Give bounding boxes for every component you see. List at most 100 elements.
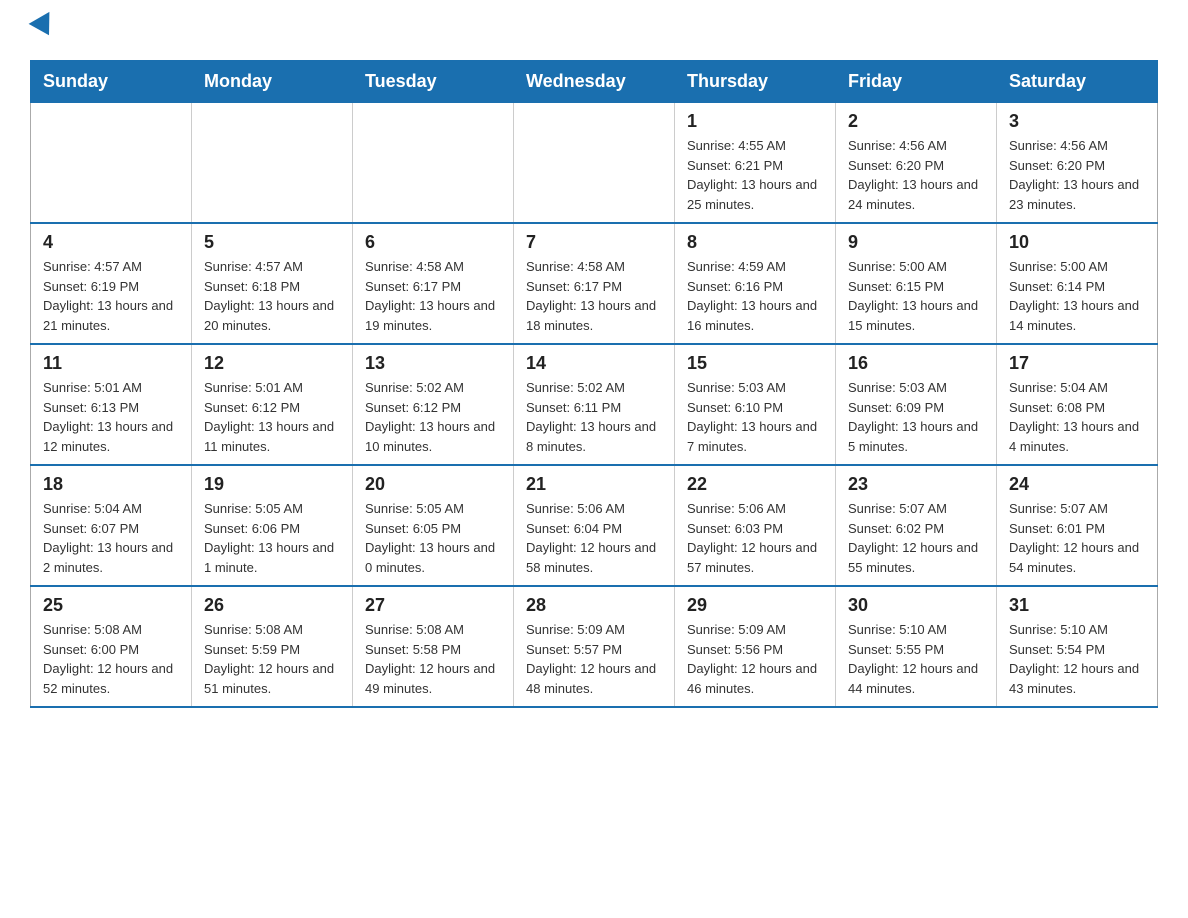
- day-number: 20: [365, 474, 501, 495]
- day-number: 4: [43, 232, 179, 253]
- weekday-header-tuesday: Tuesday: [353, 61, 514, 103]
- calendar-cell: 14 Sunrise: 5:02 AM Sunset: 6:11 PM Dayli…: [514, 344, 675, 465]
- day-info: Sunrise: 5:05 AM Sunset: 6:06 PM Dayligh…: [204, 499, 340, 577]
- day-info: Sunrise: 5:02 AM Sunset: 6:11 PM Dayligh…: [526, 378, 662, 456]
- day-number: 16: [848, 353, 984, 374]
- calendar-cell: 5 Sunrise: 4:57 AM Sunset: 6:18 PM Daylig…: [192, 223, 353, 344]
- calendar-cell: 9 Sunrise: 5:00 AM Sunset: 6:15 PM Daylig…: [836, 223, 997, 344]
- day-number: 19: [204, 474, 340, 495]
- day-info: Sunrise: 4:58 AM Sunset: 6:17 PM Dayligh…: [526, 257, 662, 335]
- calendar-week-row: 11 Sunrise: 5:01 AM Sunset: 6:13 PM Dayli…: [31, 344, 1158, 465]
- calendar-cell: 30 Sunrise: 5:10 AM Sunset: 5:55 PM Dayli…: [836, 586, 997, 707]
- day-number: 17: [1009, 353, 1145, 374]
- calendar-cell: 20 Sunrise: 5:05 AM Sunset: 6:05 PM Dayli…: [353, 465, 514, 586]
- day-info: Sunrise: 5:05 AM Sunset: 6:05 PM Dayligh…: [365, 499, 501, 577]
- calendar-cell: 3 Sunrise: 4:56 AM Sunset: 6:20 PM Daylig…: [997, 103, 1158, 224]
- day-info: Sunrise: 5:06 AM Sunset: 6:04 PM Dayligh…: [526, 499, 662, 577]
- calendar-cell: 26Sunrise: 5:08 AM Sunset: 5:59 PM Dayli…: [192, 586, 353, 707]
- day-number: 29: [687, 595, 823, 616]
- weekday-header-friday: Friday: [836, 61, 997, 103]
- logo: [30, 20, 58, 40]
- day-info: Sunrise: 4:57 AM Sunset: 6:19 PM Dayligh…: [43, 257, 179, 335]
- calendar-week-row: 25 Sunrise: 5:08 AM Sunset: 6:00 PM Dayli…: [31, 586, 1158, 707]
- day-number: 22: [687, 474, 823, 495]
- day-number: 23: [848, 474, 984, 495]
- day-info: Sunrise: 4:56 AM Sunset: 6:20 PM Dayligh…: [1009, 136, 1145, 214]
- calendar-week-row: 4 Sunrise: 4:57 AM Sunset: 6:19 PM Daylig…: [31, 223, 1158, 344]
- calendar-cell: [514, 103, 675, 224]
- calendar-cell: 1 Sunrise: 4:55 AM Sunset: 6:21 PM Daylig…: [675, 103, 836, 224]
- day-number: 1: [687, 111, 823, 132]
- calendar-cell: 18Sunrise: 5:04 AM Sunset: 6:07 PM Dayli…: [31, 465, 192, 586]
- day-number: 30: [848, 595, 984, 616]
- calendar-cell: 29 Sunrise: 5:09 AM Sunset: 5:56 PM Dayli…: [675, 586, 836, 707]
- day-number: 24: [1009, 474, 1145, 495]
- day-number: 8: [687, 232, 823, 253]
- day-info: Sunrise: 5:00 AM Sunset: 6:15 PM Dayligh…: [848, 257, 984, 335]
- weekday-header-sunday: Sunday: [31, 61, 192, 103]
- day-info: Sunrise: 5:08 AM Sunset: 6:00 PM Dayligh…: [43, 620, 179, 698]
- calendar-cell: [31, 103, 192, 224]
- logo-triangle-icon: [29, 12, 60, 41]
- day-number: 10: [1009, 232, 1145, 253]
- weekday-header-saturday: Saturday: [997, 61, 1158, 103]
- day-info: Sunrise: 4:56 AM Sunset: 6:20 PM Dayligh…: [848, 136, 984, 214]
- weekday-header-row: SundayMondayTuesdayWednesdayThursdayFrid…: [31, 61, 1158, 103]
- calendar-table: SundayMondayTuesdayWednesdayThursdayFrid…: [30, 60, 1158, 708]
- day-info: Sunrise: 4:59 AM Sunset: 6:16 PM Dayligh…: [687, 257, 823, 335]
- day-info: Sunrise: 5:00 AM Sunset: 6:14 PM Dayligh…: [1009, 257, 1145, 335]
- calendar-cell: 23 Sunrise: 5:07 AM Sunset: 6:02 PM Dayli…: [836, 465, 997, 586]
- calendar-cell: [353, 103, 514, 224]
- calendar-cell: 13Sunrise: 5:02 AM Sunset: 6:12 PM Dayli…: [353, 344, 514, 465]
- day-info: Sunrise: 4:58 AM Sunset: 6:17 PM Dayligh…: [365, 257, 501, 335]
- calendar-week-row: 18Sunrise: 5:04 AM Sunset: 6:07 PM Dayli…: [31, 465, 1158, 586]
- day-info: Sunrise: 5:02 AM Sunset: 6:12 PM Dayligh…: [365, 378, 501, 456]
- page-header: [30, 20, 1158, 40]
- calendar-cell: 4 Sunrise: 4:57 AM Sunset: 6:19 PM Daylig…: [31, 223, 192, 344]
- day-info: Sunrise: 5:03 AM Sunset: 6:10 PM Dayligh…: [687, 378, 823, 456]
- day-number: 14: [526, 353, 662, 374]
- day-number: 28: [526, 595, 662, 616]
- calendar-cell: 8 Sunrise: 4:59 AM Sunset: 6:16 PM Daylig…: [675, 223, 836, 344]
- calendar-cell: 7 Sunrise: 4:58 AM Sunset: 6:17 PM Daylig…: [514, 223, 675, 344]
- day-info: Sunrise: 5:07 AM Sunset: 6:02 PM Dayligh…: [848, 499, 984, 577]
- day-info: Sunrise: 5:07 AM Sunset: 6:01 PM Dayligh…: [1009, 499, 1145, 577]
- day-info: Sunrise: 5:04 AM Sunset: 6:07 PM Dayligh…: [43, 499, 179, 577]
- calendar-cell: 27 Sunrise: 5:08 AM Sunset: 5:58 PM Dayli…: [353, 586, 514, 707]
- calendar-week-row: 1 Sunrise: 4:55 AM Sunset: 6:21 PM Daylig…: [31, 103, 1158, 224]
- day-number: 11: [43, 353, 179, 374]
- day-info: Sunrise: 5:04 AM Sunset: 6:08 PM Dayligh…: [1009, 378, 1145, 456]
- calendar-cell: 19 Sunrise: 5:05 AM Sunset: 6:06 PM Dayli…: [192, 465, 353, 586]
- calendar-cell: 11 Sunrise: 5:01 AM Sunset: 6:13 PM Dayli…: [31, 344, 192, 465]
- day-number: 25: [43, 595, 179, 616]
- calendar-cell: [192, 103, 353, 224]
- calendar-cell: 2 Sunrise: 4:56 AM Sunset: 6:20 PM Daylig…: [836, 103, 997, 224]
- calendar-body: 1 Sunrise: 4:55 AM Sunset: 6:21 PM Daylig…: [31, 103, 1158, 708]
- weekday-header-wednesday: Wednesday: [514, 61, 675, 103]
- day-info: Sunrise: 5:01 AM Sunset: 6:13 PM Dayligh…: [43, 378, 179, 456]
- calendar-cell: 25 Sunrise: 5:08 AM Sunset: 6:00 PM Dayli…: [31, 586, 192, 707]
- calendar-cell: 28 Sunrise: 5:09 AM Sunset: 5:57 PM Dayli…: [514, 586, 675, 707]
- weekday-header-thursday: Thursday: [675, 61, 836, 103]
- day-info: Sunrise: 5:08 AM Sunset: 5:59 PM Dayligh…: [204, 620, 340, 698]
- calendar-cell: 10 Sunrise: 5:00 AM Sunset: 6:14 PM Dayli…: [997, 223, 1158, 344]
- day-number: 27: [365, 595, 501, 616]
- calendar-cell: 15Sunrise: 5:03 AM Sunset: 6:10 PM Dayli…: [675, 344, 836, 465]
- calendar-header: SundayMondayTuesdayWednesdayThursdayFrid…: [31, 61, 1158, 103]
- day-number: 9: [848, 232, 984, 253]
- calendar-cell: 21Sunrise: 5:06 AM Sunset: 6:04 PM Dayli…: [514, 465, 675, 586]
- calendar-cell: 17 Sunrise: 5:04 AM Sunset: 6:08 PM Dayli…: [997, 344, 1158, 465]
- day-info: Sunrise: 5:09 AM Sunset: 5:56 PM Dayligh…: [687, 620, 823, 698]
- day-number: 2: [848, 111, 984, 132]
- calendar-cell: 16 Sunrise: 5:03 AM Sunset: 6:09 PM Dayli…: [836, 344, 997, 465]
- day-number: 3: [1009, 111, 1145, 132]
- day-info: Sunrise: 5:09 AM Sunset: 5:57 PM Dayligh…: [526, 620, 662, 698]
- day-info: Sunrise: 5:08 AM Sunset: 5:58 PM Dayligh…: [365, 620, 501, 698]
- day-info: Sunrise: 5:03 AM Sunset: 6:09 PM Dayligh…: [848, 378, 984, 456]
- day-number: 5: [204, 232, 340, 253]
- day-info: Sunrise: 4:57 AM Sunset: 6:18 PM Dayligh…: [204, 257, 340, 335]
- day-number: 7: [526, 232, 662, 253]
- day-info: Sunrise: 5:10 AM Sunset: 5:55 PM Dayligh…: [848, 620, 984, 698]
- day-info: Sunrise: 4:55 AM Sunset: 6:21 PM Dayligh…: [687, 136, 823, 214]
- day-number: 31: [1009, 595, 1145, 616]
